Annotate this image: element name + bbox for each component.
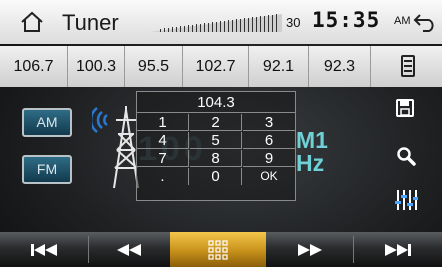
- playback-controls: [0, 232, 442, 267]
- key-3[interactable]: 3: [243, 114, 295, 131]
- frequency-unit: Hz: [296, 150, 325, 176]
- key-2[interactable]: 2: [190, 114, 242, 131]
- fast-forward-icon: [298, 243, 322, 256]
- key-dot[interactable]: .: [137, 168, 189, 185]
- skip-previous-icon: [31, 243, 57, 256]
- volume-bar[interactable]: [150, 14, 282, 32]
- key-0[interactable]: 0: [190, 168, 242, 185]
- skip-next-button[interactable]: [354, 232, 442, 267]
- preset-1[interactable]: 106.7: [0, 46, 68, 87]
- grid-menu-icon: [208, 239, 228, 260]
- key-6[interactable]: 6: [243, 132, 295, 149]
- home-icon[interactable]: [20, 11, 44, 33]
- frequency-keypad: 104.3 1 2 3 4 5 6 7 8 9 . 0 OK: [136, 91, 296, 201]
- am-button[interactable]: AM: [22, 108, 72, 137]
- key-5[interactable]: 5: [190, 132, 242, 149]
- keypad-display: 104.3: [137, 92, 295, 113]
- save-icon[interactable]: [396, 99, 414, 117]
- preset-5[interactable]: 92.1: [249, 46, 309, 87]
- volume-value: 30: [286, 15, 301, 30]
- preset-6[interactable]: 92.3: [309, 46, 371, 87]
- key-4[interactable]: 4: [137, 132, 189, 149]
- preset-2[interactable]: 100.3: [68, 46, 125, 87]
- back-icon[interactable]: [413, 12, 437, 32]
- equalizer-icon[interactable]: [394, 189, 418, 211]
- rewind-icon: [117, 243, 141, 256]
- preset-4[interactable]: 102.7: [183, 46, 249, 87]
- key-ok[interactable]: OK: [243, 168, 295, 185]
- preset-bar: 106.7 100.3 95.5 102.7 92.1 92.3: [0, 46, 442, 87]
- key-1[interactable]: 1: [137, 114, 189, 131]
- list-icon[interactable]: [371, 46, 442, 87]
- grid-menu-button[interactable]: [170, 232, 266, 267]
- skip-previous-button[interactable]: [0, 232, 88, 267]
- header-bar: Tuner 30 15:35 AM: [0, 0, 442, 44]
- page-title: Tuner: [62, 10, 119, 35]
- search-icon[interactable]: [396, 146, 416, 166]
- key-8[interactable]: 8: [190, 150, 242, 167]
- rewind-button[interactable]: [89, 232, 169, 267]
- preset-3[interactable]: 95.5: [125, 46, 183, 87]
- key-9[interactable]: 9: [243, 150, 295, 167]
- skip-next-icon: [385, 243, 411, 256]
- key-7[interactable]: 7: [137, 150, 189, 167]
- fast-forward-button[interactable]: [267, 232, 353, 267]
- clock-time: 15:35: [312, 8, 381, 32]
- fm-button[interactable]: FM: [22, 155, 72, 184]
- clock-ampm: AM: [394, 15, 411, 27]
- tuner-screen: Tuner 30 15:35 AM 106.7 100.3 95.5 102.7…: [0, 0, 442, 267]
